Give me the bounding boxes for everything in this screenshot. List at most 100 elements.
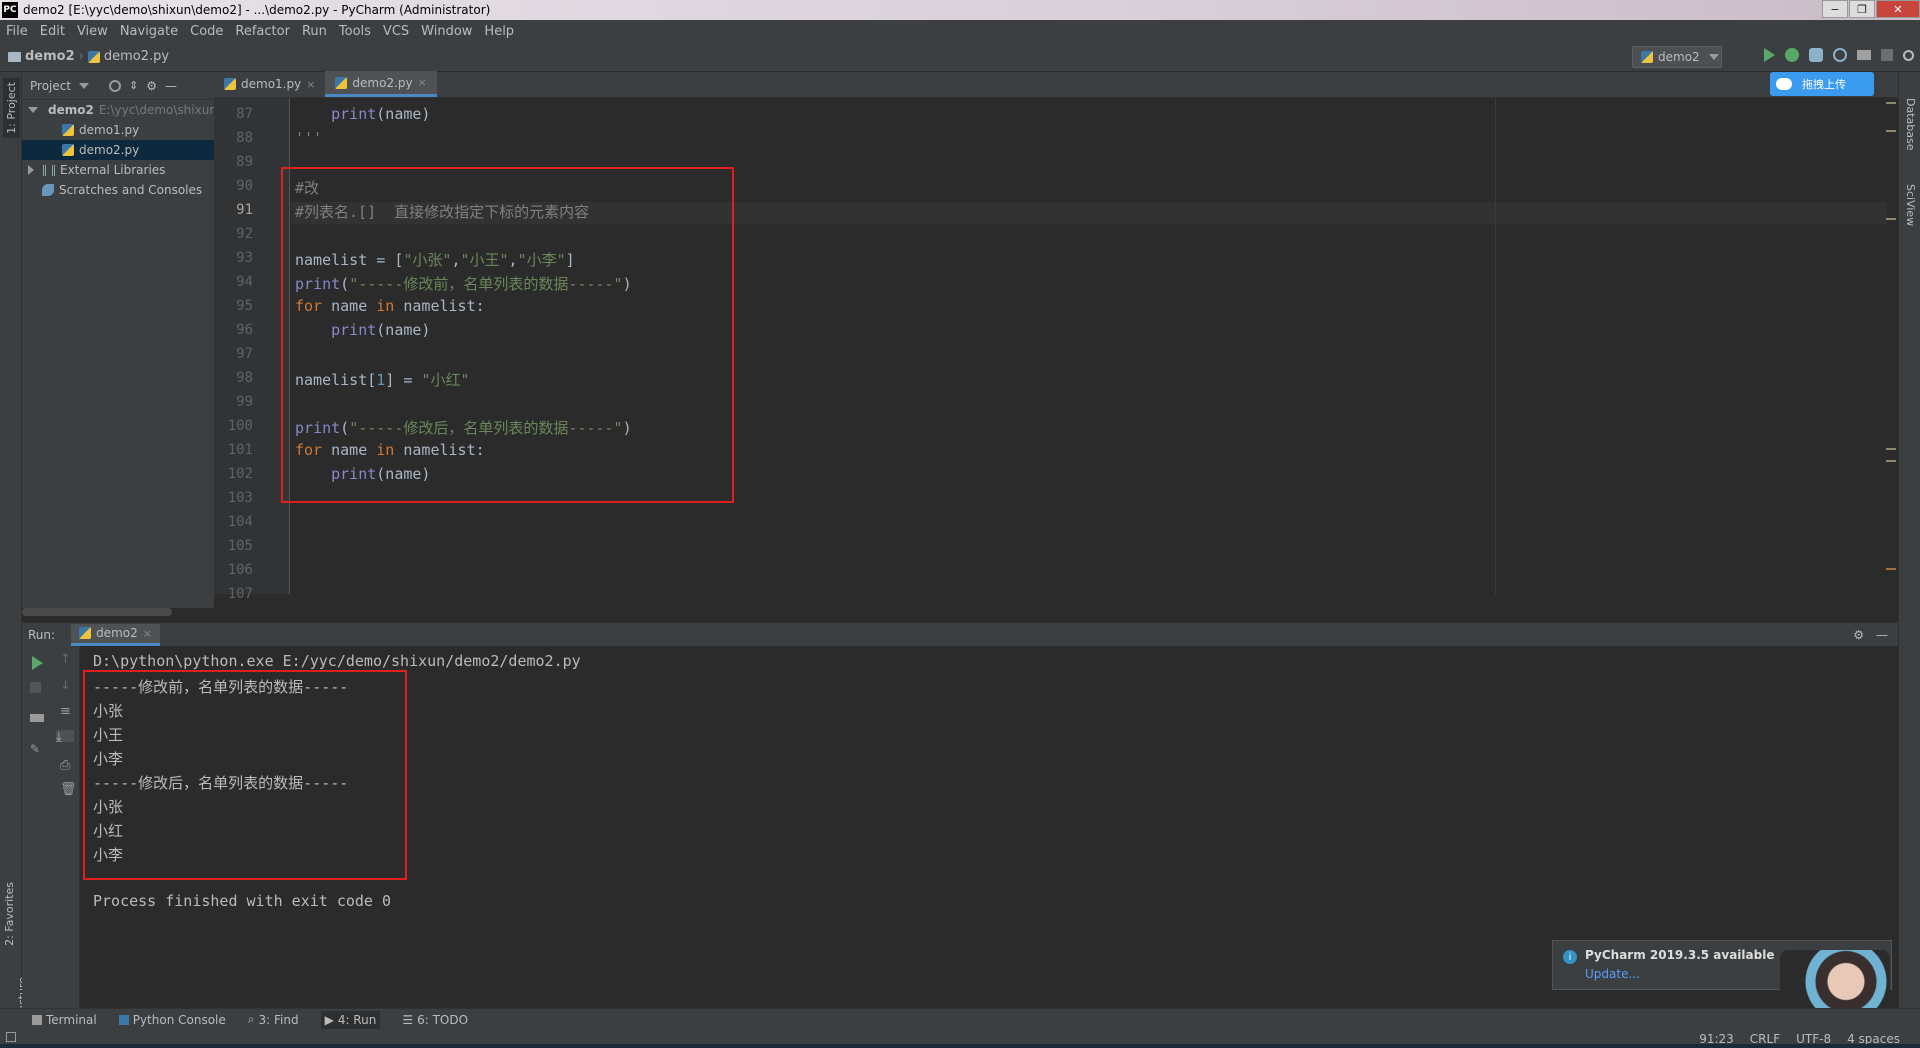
expand-arrow-icon[interactable] (28, 165, 34, 175)
project-horizontal-scrollbar[interactable] (22, 608, 172, 616)
trash-icon[interactable]: 🗑 (60, 782, 77, 797)
run-toolbar-secondary: ↑ ↓ ≡ ⤓ ⎙ 🗑 (52, 646, 80, 1008)
close-tab-icon[interactable]: × (306, 78, 315, 91)
tree-item-external-libraries[interactable]: External Libraries (22, 160, 214, 180)
line-number: 105 (227, 538, 253, 554)
favorites-tool-tab[interactable]: 2: Favorites (3, 882, 16, 946)
menu-run[interactable]: Run (296, 24, 333, 39)
pin-icon[interactable]: ✎ (30, 742, 44, 756)
python-file-icon (79, 627, 92, 639)
breadcrumb-project[interactable]: demo2 (25, 49, 75, 64)
maximize-button[interactable]: ❐ (1849, 0, 1875, 18)
tree-item-label: demo1.py (79, 123, 140, 137)
tree-item-label: demo2 (48, 103, 94, 117)
tool-button-label: Terminal (46, 1012, 97, 1027)
hide-panel-icon[interactable]: — (1876, 628, 1888, 642)
gear-icon[interactable]: ⚙ (1853, 628, 1864, 642)
breadcrumb: demo2 › demo2.py (8, 49, 169, 64)
menu-file[interactable]: File (0, 24, 34, 39)
scratches-icon (42, 184, 54, 196)
find-tool-button[interactable]: ⌕ 3: Find (248, 1012, 299, 1027)
line-number: 92 (236, 226, 253, 242)
menu-code[interactable]: Code (184, 24, 229, 39)
breadcrumb-separator: › (78, 49, 84, 64)
print-icon[interactable]: ⎙ (60, 758, 74, 773)
profile-icon[interactable] (1833, 48, 1847, 62)
run-panel-label: Run: (28, 627, 56, 642)
menu-help[interactable]: Help (478, 24, 520, 39)
layout-icon[interactable] (30, 714, 44, 722)
line-number: 98 (236, 370, 253, 386)
soft-wrap-icon[interactable]: ≡ (60, 704, 74, 719)
python-file-icon (1641, 51, 1653, 63)
close-button[interactable]: ✕ (1876, 0, 1920, 18)
tree-item-label: demo2.py (79, 143, 140, 157)
layout-toggle-icon[interactable] (6, 1032, 16, 1042)
run-tab-demo2[interactable]: demo2 × (71, 623, 160, 646)
expand-arrow-icon[interactable] (28, 107, 38, 113)
scroll-to-end-icon[interactable]: ⤓ (56, 730, 74, 745)
code-line: ''' (295, 129, 323, 147)
run-configuration-select[interactable]: demo2 (1632, 46, 1722, 68)
gear-icon[interactable]: ⚙ (146, 79, 157, 93)
collapse-all-icon[interactable]: ⇕ (129, 79, 138, 92)
debug-icon[interactable] (1785, 48, 1799, 62)
hide-panel-icon[interactable]: — (165, 79, 177, 93)
menu-refactor[interactable]: Refactor (229, 24, 296, 39)
menu-tools[interactable]: Tools (333, 24, 377, 39)
build-icon[interactable] (1857, 50, 1871, 60)
cloud-icon (1776, 78, 1792, 90)
locate-icon[interactable] (109, 79, 122, 92)
breadcrumb-file[interactable]: demo2.py (104, 49, 169, 64)
python-console-tool-button[interactable]: Python Console (118, 1013, 226, 1027)
database-tool-tab[interactable]: Database (1904, 98, 1917, 151)
chevron-down-icon[interactable] (79, 82, 90, 89)
terminal-tool-button[interactable]: Terminal (32, 1013, 97, 1027)
python-file-icon (335, 76, 348, 89)
coverage-icon[interactable] (1809, 48, 1823, 62)
line-number: 90 (236, 178, 253, 194)
stop-icon[interactable] (1881, 49, 1893, 61)
menu-navigate[interactable]: Navigate (114, 24, 184, 39)
minimize-button[interactable]: − (1822, 0, 1848, 18)
tab-demo1[interactable]: demo1.py × (214, 71, 325, 97)
bottom-tool-bar: Terminal Python Console ⌕ 3: Find ▶ 4: R… (0, 1008, 1920, 1030)
tree-item-demo1[interactable]: demo1.py (22, 120, 214, 140)
menu-view[interactable]: View (71, 24, 114, 39)
line-number: 97 (236, 346, 253, 362)
search-icon[interactable] (1903, 49, 1914, 61)
project-view-select[interactable]: Project (30, 79, 71, 93)
menu-vcs[interactable]: VCS (377, 24, 415, 39)
run-icon[interactable] (1764, 48, 1775, 62)
menu-window[interactable]: Window (415, 24, 478, 39)
menu-edit[interactable]: Edit (34, 24, 71, 39)
right-tool-strip: Database SciView (1898, 72, 1920, 1008)
tab-label: demo2.py (352, 75, 413, 90)
search-icon: ⌕ (247, 1012, 255, 1026)
tree-item-scratches[interactable]: Scratches and Consoles (22, 180, 214, 200)
pycharm-logo-icon: PC (2, 2, 18, 18)
todo-tool-button[interactable]: ☰ 6: TODO (402, 1013, 468, 1027)
tool-button-label: 6: TODO (417, 1012, 469, 1027)
sciview-tool-tab[interactable]: SciView (1904, 184, 1917, 226)
run-icon: ▶ (324, 1012, 334, 1027)
scroll-down-icon[interactable]: ↓ (60, 678, 74, 693)
update-link[interactable]: Update... (1585, 967, 1640, 981)
folder-icon (8, 51, 21, 62)
stop-icon[interactable] (30, 682, 41, 693)
scroll-up-icon[interactable]: ↑ (60, 652, 74, 667)
editor-scroll-markers[interactable] (1884, 98, 1898, 594)
close-tab-icon[interactable]: × (143, 627, 152, 640)
tree-item-demo2[interactable]: demo2.py (22, 140, 214, 160)
project-tool-tab[interactable]: 1: Project (3, 78, 20, 138)
tree-item-project-root[interactable]: demo2 E:\yyc\demo\shixun (22, 100, 214, 120)
rerun-icon[interactable] (32, 656, 43, 670)
tab-demo2[interactable]: demo2.py × (325, 71, 437, 97)
terminal-icon (32, 1014, 42, 1025)
close-tab-icon[interactable]: × (418, 76, 427, 89)
library-icon (43, 164, 55, 176)
run-tool-button[interactable]: ▶ 4: Run (320, 1010, 381, 1029)
notification-title: PyCharm 2019.3.5 available (1585, 948, 1775, 962)
upload-button[interactable]: 拖拽上传 (1770, 72, 1874, 96)
highlight-box-code (281, 167, 734, 503)
